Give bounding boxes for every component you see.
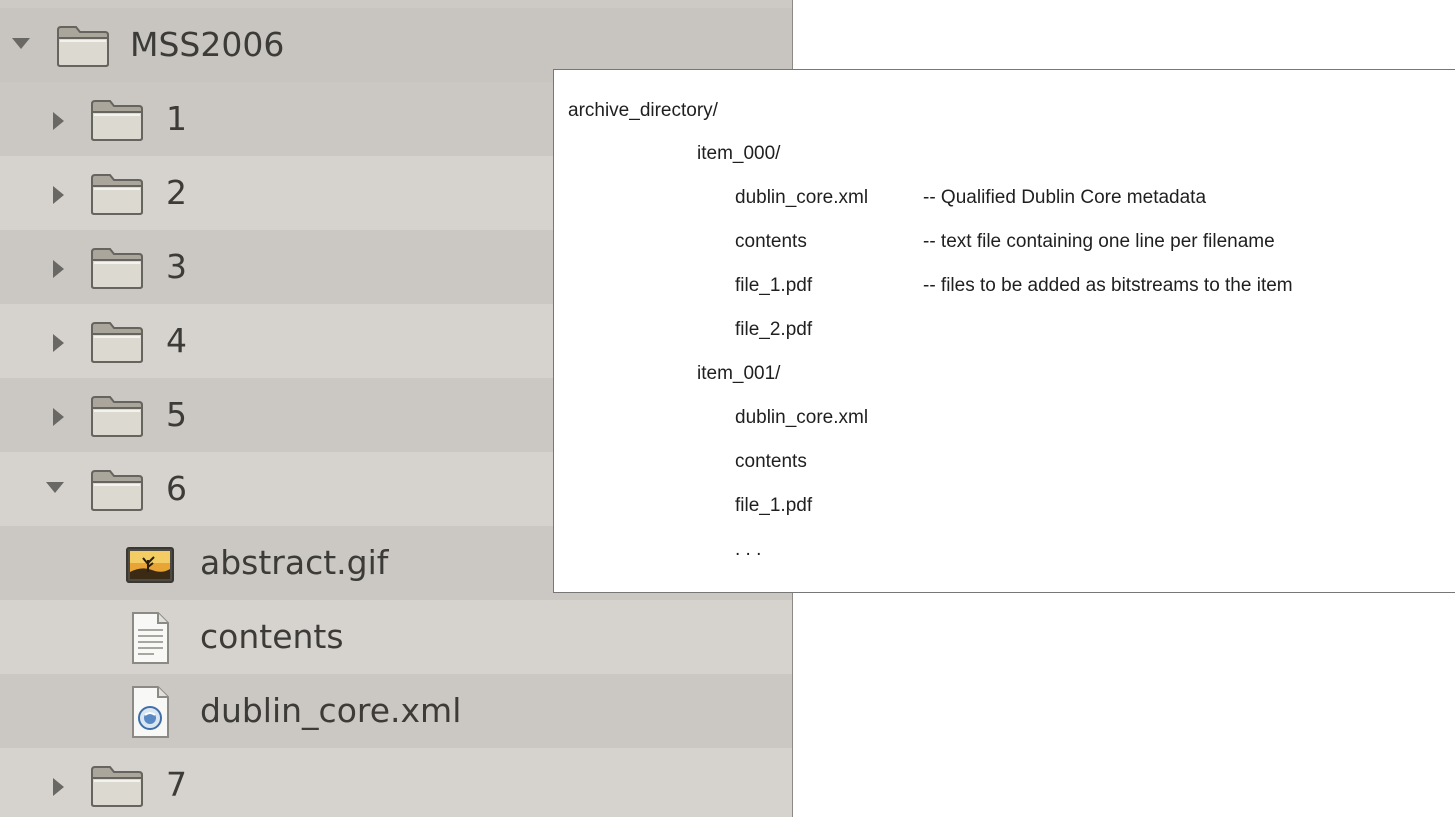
expand-arrow-right-icon[interactable] <box>53 778 64 796</box>
folder-icon <box>91 396 143 437</box>
folder-icon <box>91 322 143 363</box>
expand-arrow-right-icon[interactable] <box>53 186 64 204</box>
item-000-dublin-core-note: -- Qualified Dublin Core metadata <box>923 187 1207 208</box>
tree-row-label: contents <box>200 617 344 656</box>
item-000-file2-label: file_2.pdf <box>735 319 813 340</box>
expand-arrow-right-icon[interactable] <box>53 408 64 426</box>
item-000-contents-note: -- text file containing one line per fil… <box>923 231 1275 252</box>
item-001-contents-label: contents <box>735 451 807 472</box>
tree-row-label: 1 <box>166 99 187 138</box>
image-file-icon <box>126 547 174 583</box>
archive-structure-panel: archive_directory/ item_000/ dublin_core… <box>553 69 1455 593</box>
tree-row-label: 2 <box>166 173 187 212</box>
item-000-file1-note: -- files to be added as bitstreams to th… <box>923 275 1293 296</box>
expand-arrow-right-icon[interactable] <box>53 112 64 130</box>
xml-file-icon <box>132 686 169 738</box>
expand-arrow-down-icon[interactable] <box>46 482 64 493</box>
folder-icon <box>91 766 143 807</box>
expand-arrow-down-icon[interactable] <box>12 38 30 49</box>
folder-icon <box>91 248 143 289</box>
item-000-folder-label: item_000/ <box>697 143 781 164</box>
item-001-dublin-core-label: dublin_core.xml <box>735 407 869 428</box>
folder-icon <box>91 470 143 511</box>
tree-row-label: MSS2006 <box>130 25 285 64</box>
folder-icon <box>91 100 143 141</box>
item-000-file1-label: file_1.pdf <box>735 275 813 296</box>
tree-row-label: 5 <box>166 395 187 434</box>
ellipsis-label: . . . <box>735 539 762 560</box>
tree-row-label: abstract.gif <box>200 543 389 582</box>
text-file-icon <box>132 612 169 664</box>
tree-row-label: dublin_core.xml <box>200 691 462 730</box>
tree-row-folder-7[interactable]: 7 <box>0 748 792 817</box>
item-000-contents-label: contents <box>735 231 807 252</box>
item-001-file1-label: file_1.pdf <box>735 495 813 516</box>
archive-root-label: archive_directory/ <box>568 100 718 121</box>
tree-row-label: 6 <box>166 469 187 508</box>
item-001-folder-label: item_001/ <box>697 363 781 384</box>
expand-arrow-right-icon[interactable] <box>53 260 64 278</box>
tree-row-dublin-core-xml[interactable]: dublin_core.xml <box>0 674 792 748</box>
folder-icon <box>91 174 143 215</box>
tree-row-label: 7 <box>166 765 187 804</box>
expand-arrow-right-icon[interactable] <box>53 334 64 352</box>
tree-row-contents[interactable]: contents <box>0 600 792 674</box>
tree-row-label: 4 <box>166 321 187 360</box>
item-000-dublin-core-label: dublin_core.xml <box>735 187 869 208</box>
tree-row-label: 3 <box>166 247 187 286</box>
folder-icon <box>57 26 109 67</box>
